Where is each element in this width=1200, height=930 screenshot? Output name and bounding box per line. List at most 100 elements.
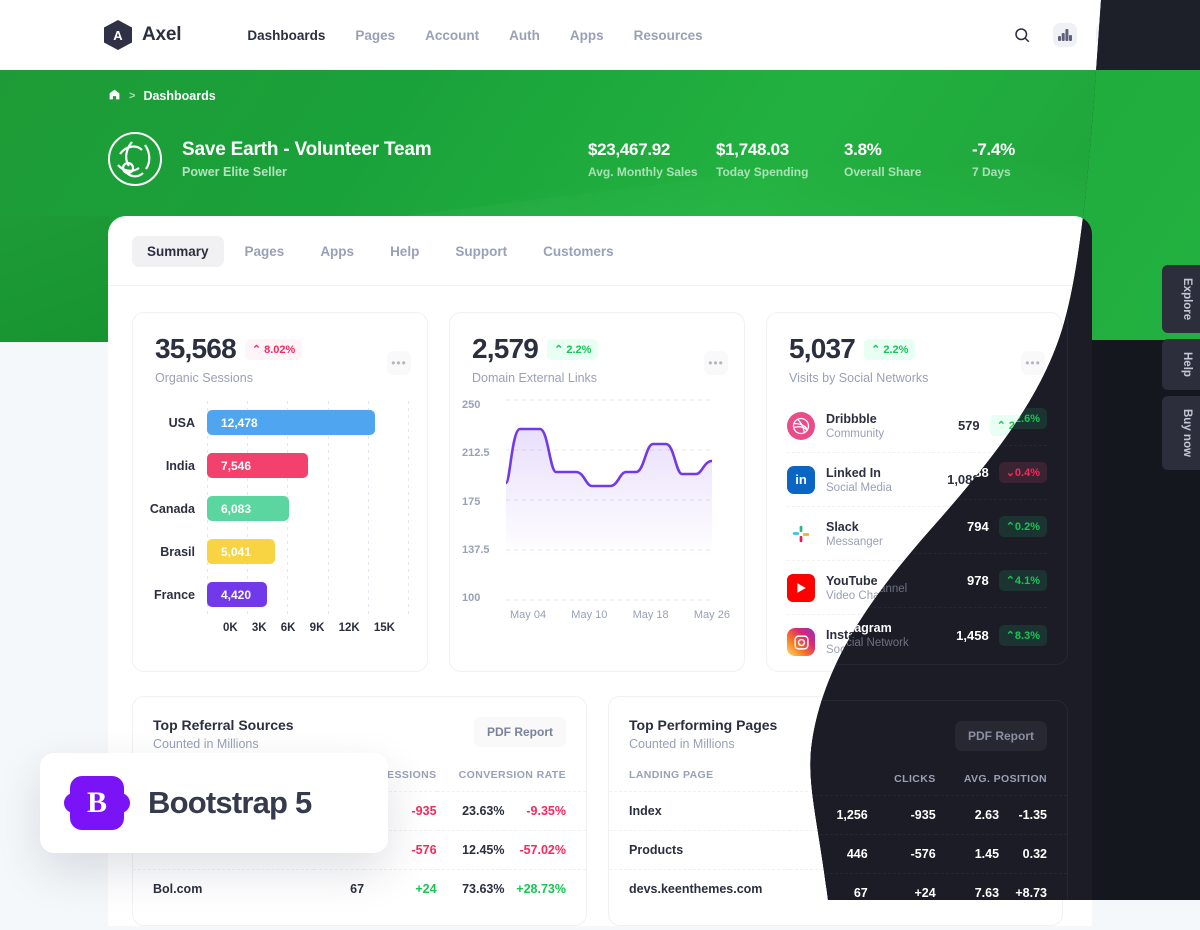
pdf-report-button[interactable]: PDF Report [950, 717, 1042, 747]
nav-links: Dashboards Pages Account Auth Apps Resou… [247, 28, 702, 43]
tab-help[interactable]: Help [375, 236, 434, 267]
nav-link-dashboards[interactable]: Dashboards [247, 28, 325, 43]
pdf-report-button[interactable]: PDF Report [474, 717, 566, 747]
table-row[interactable]: devs.keenthemes.com 67 +24 7.63 +8.73 [609, 869, 1062, 908]
table-row[interactable]: Products 446 -576 1.45 0.32 [609, 830, 1062, 870]
brand-name: Axel [142, 24, 182, 45]
breadcrumb-current[interactable]: Dashboards [143, 89, 215, 103]
explore-button[interactable]: Explore [1162, 265, 1200, 334]
card-header: Top Performing Pages Counted in Millions… [609, 697, 1062, 751]
list-item[interactable]: Dribbble Community 579 ⌃ 2.6% [787, 399, 1041, 453]
x-tick: 3K [251, 622, 267, 634]
stat-value: $1,748.03 [716, 139, 789, 159]
hero-stats: $23,467.92 Avg. Monthly Sales $1,748.03 … [588, 140, 1100, 179]
nav-link-apps[interactable]: Apps [570, 28, 604, 43]
caret-up-icon: ⌃ [554, 343, 564, 356]
card-organic-sessions: ••• 35,568 ⌃ 8.02% Organic Sessions USA … [132, 312, 428, 672]
buy-now-button[interactable]: Buy now [1162, 396, 1200, 471]
bar-label: USA [168, 415, 195, 430]
team-text: Save Earth - Volunteer Team Power Elite … [182, 139, 432, 179]
x-tick: 12K [338, 622, 360, 634]
cell-sessions-delta: +24 [364, 869, 437, 908]
cell-page: Index [609, 791, 791, 831]
tab-apps[interactable]: Apps [305, 236, 369, 267]
area-chart-svg [506, 399, 712, 601]
search-icon[interactable] [1009, 22, 1035, 48]
stat-avg-monthly-sales: $23,467.92 Avg. Monthly Sales [588, 140, 716, 179]
table-row[interactable]: Bol.com 67 +24 73.63% +28.73% [133, 869, 586, 908]
x-tick: 0K [223, 622, 238, 634]
kpi-subtitle: Visits by Social Networks [789, 371, 929, 385]
slack-icon [787, 520, 815, 548]
list-item-name: Linked In [826, 465, 881, 480]
bar-label: Canada [149, 501, 195, 516]
kpi-delta-value: 2.2% [883, 343, 909, 356]
y-tick: 212.5 [462, 447, 490, 460]
nav-link-account[interactable]: Account [425, 28, 479, 43]
breadcrumb: > Dashboards [108, 88, 216, 104]
card-header: 35,568 ⌃ 8.02% Organic Sessions [133, 313, 427, 385]
list-item[interactable]: in Linked In Social Media 1,088 ⌄ 0.4% [787, 453, 1041, 507]
help-button[interactable]: Help [1162, 339, 1200, 391]
nav-link-pages[interactable]: Pages [355, 28, 395, 43]
list-item[interactable]: YouTube Video Channel 978 ⌃ 4.1% [787, 561, 1041, 615]
cell-clicks: 446 [790, 830, 863, 870]
card-menu-button[interactable]: ••• [1021, 351, 1045, 375]
caret-down-icon: ⌄ [996, 474, 1006, 486]
y-tick: 137.5 [462, 543, 490, 556]
cell-clicks-delta: +24 [862, 869, 931, 908]
brand[interactable]: A Axel [104, 20, 182, 50]
card-header: 5,037 ⌃ 2.2% Visits by Social Networks [767, 313, 1061, 386]
analytics-icon[interactable] [1052, 22, 1078, 48]
x-tick: May 10 [571, 609, 608, 621]
social-list: Dribbble Community 579 ⌃ 2.6% in Linked … [767, 385, 1061, 669]
bootstrap-promo-card[interactable]: B Bootstrap 5 [40, 753, 388, 853]
nav-link-auth[interactable]: Auth [509, 28, 540, 43]
stat-label: 7 Days [972, 164, 1011, 179]
cell-position: 1.45 [930, 830, 995, 870]
bar-label: India [165, 458, 195, 473]
kpi-subtitle: Organic Sessions [155, 371, 253, 385]
notifications-icon[interactable] [1095, 21, 1122, 48]
team-subtitle: Power Elite Seller [182, 165, 287, 179]
stat-value: 3.8% [844, 139, 882, 159]
home-icon[interactable] [108, 88, 121, 104]
stat-7-days: -7.4% 7 Days [972, 140, 1100, 179]
tab-customers[interactable]: Customers [528, 236, 629, 267]
list-item-desc: Community [826, 427, 885, 440]
bar: 12,478 [207, 410, 375, 435]
cell-rate: 23.63% [436, 791, 505, 831]
bar: 6,083 [207, 496, 289, 521]
card-menu-button[interactable]: ••• [704, 351, 728, 375]
card-menu-button[interactable]: ••• [387, 351, 411, 375]
tab-support[interactable]: Support [440, 236, 522, 267]
list-item[interactable]: Slack Messanger 794 ⌃ 0.2% [787, 507, 1041, 561]
nav-link-resources[interactable]: Resources [634, 28, 703, 43]
kpi-delta-badge: ⌃ 8.02% [244, 338, 303, 360]
bootstrap-logo-icon: B [64, 776, 130, 830]
table-header-row: LANDING PAGE CLICKS AVG. POSITION [609, 763, 1062, 792]
stat-overall-share: 3.8% Overall Share [844, 140, 972, 179]
cell-clicks-delta: -935 [862, 791, 931, 831]
list-item-delta: ⌃ 0.2% [989, 523, 1041, 544]
tab-bar: Summary Pages Apps Help Support Customer… [108, 216, 1092, 267]
avatar[interactable] [1138, 17, 1174, 53]
tab-pages[interactable]: Pages [230, 236, 300, 267]
column-header-landing-page: LANDING PAGE [629, 769, 714, 781]
notification-badge [1115, 21, 1122, 28]
tab-summary[interactable]: Summary [132, 236, 224, 267]
list-item[interactable]: Instagram Social Network 1,458 ⌃ 8.3% [787, 615, 1041, 669]
side-action-buttons: Explore Help Buy now [1162, 265, 1200, 471]
cell-page: devs.keenthemes.com [609, 869, 791, 908]
kpi-delta-badge: ⌃ 2.2% [547, 338, 599, 360]
x-tick: 15K [373, 622, 395, 634]
list-item-value: 978 [957, 580, 980, 595]
caret-up-icon: ⌃ [251, 343, 262, 356]
kpi-value: 5,037 [789, 333, 856, 364]
table-row[interactable]: Index 1,256 -935 2.63 -1.35 [609, 791, 1062, 831]
list-item-desc: Social Network [826, 644, 903, 656]
cell-position: 7.63 [930, 869, 995, 908]
card-top-performing-pages: Top Performing Pages Counted in Millions… [608, 696, 1063, 926]
kpi-delta-badge: ⌃ 2.2% [864, 338, 916, 360]
list-item-name: Dribbble [826, 411, 877, 426]
